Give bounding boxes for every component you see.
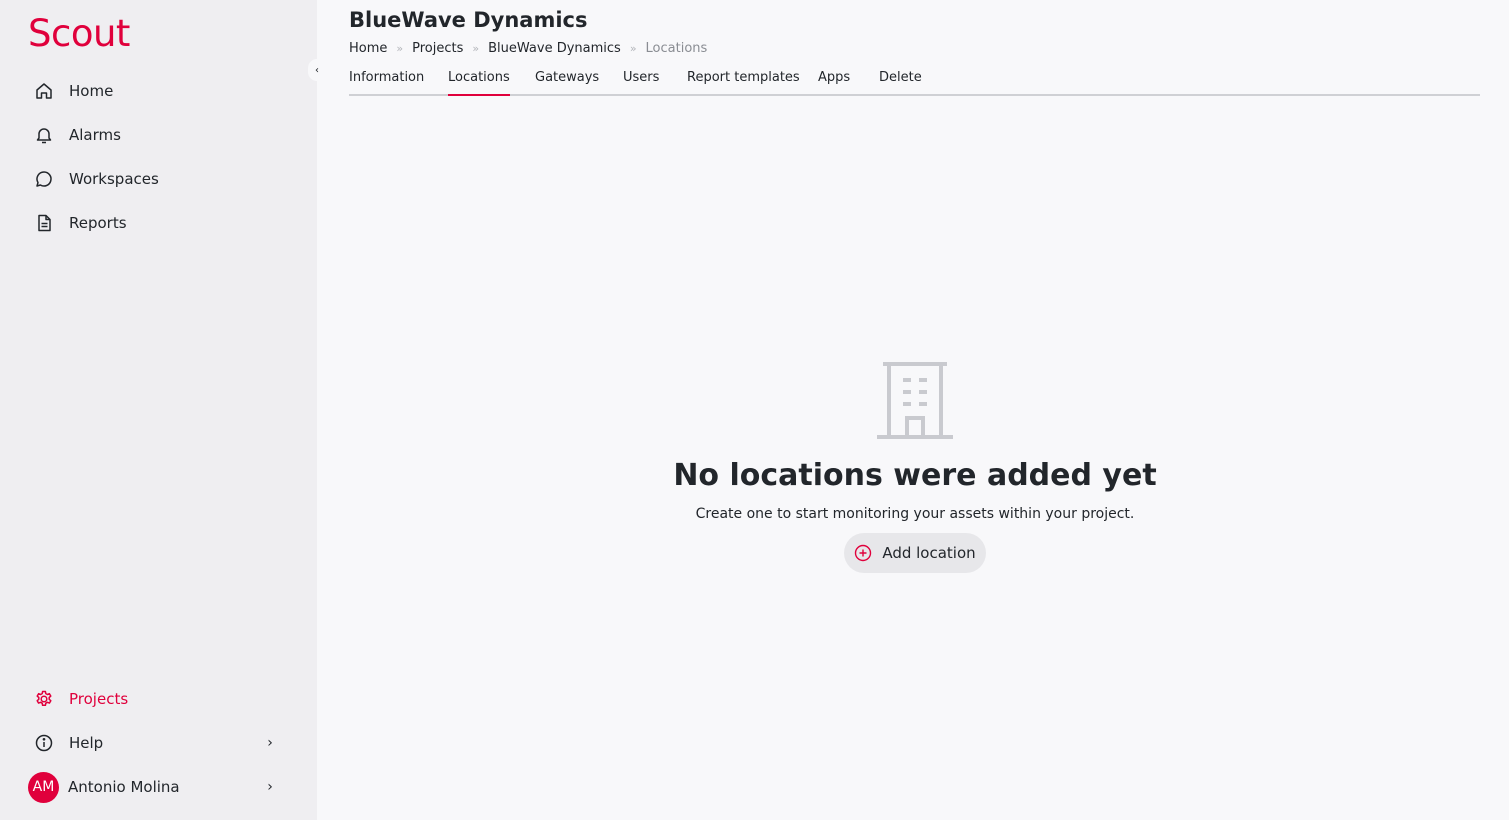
breadcrumb-separator: » [472,42,480,55]
tab-information[interactable]: Information [349,70,424,94]
breadcrumb: Home » Projects » BlueWave Dynamics » Lo… [349,41,707,56]
empty-state-subtitle: Create one to start monitoring your asse… [695,506,1135,522]
add-location-label: Add location [882,544,976,562]
chat-bubble-icon [34,169,54,189]
breadcrumb-current: Locations [645,41,708,56]
breadcrumb-projects[interactable]: Projects [412,41,463,56]
tab-report-templates[interactable]: Report templates [687,70,800,94]
page-title: BlueWave Dynamics [349,8,588,32]
user-name: Antonio Molina [68,778,180,796]
breadcrumb-home[interactable]: Home [349,41,387,56]
tab-gateways[interactable]: Gateways [535,70,599,94]
add-location-button[interactable]: Add location [844,533,986,573]
info-icon [34,733,54,753]
breadcrumb-separator: » [629,42,637,55]
sidebar-item-label: Reports [69,214,127,232]
gear-icon [34,689,54,709]
tab-locations[interactable]: Locations [448,70,510,96]
breadcrumb-project[interactable]: BlueWave Dynamics [488,41,621,56]
sidebar-item-label: Projects [69,690,129,708]
bell-icon [34,125,54,145]
empty-state-title: No locations were added yet [673,458,1157,493]
sidebar-item-home[interactable]: Home [34,79,113,103]
sidebar-item-reports[interactable]: Reports [34,211,127,235]
sidebar-item-label: Home [69,82,114,100]
sidebar-item-label: Help [69,734,104,752]
user-menu[interactable]: AM Antonio Molina [28,771,180,803]
tab-delete[interactable]: Delete [879,70,922,94]
sidebar-item-workspaces[interactable]: Workspaces [34,167,159,191]
document-icon [34,213,54,233]
tab-users[interactable]: Users [623,70,659,94]
tab-apps[interactable]: Apps [818,70,850,94]
plus-circle-icon [854,544,872,562]
breadcrumb-separator: » [396,42,404,55]
home-icon [34,81,54,101]
avatar: AM [28,771,59,803]
sidebar-item-help[interactable]: Help [34,731,103,755]
sidebar-collapse-button[interactable]: ‹ [308,59,326,81]
sidebar-item-alarms[interactable]: Alarms [34,123,121,147]
chevron-right-icon[interactable]: › [264,779,276,795]
app-logo[interactable]: Scout [28,12,130,55]
chevron-right-icon[interactable]: › [264,735,276,751]
tab-bar: Information Locations Gateways Users Rep… [349,70,1480,96]
sidebar-item-label: Workspaces [69,170,159,188]
building-icon [876,362,954,440]
sidebar-item-label: Alarms [69,126,121,144]
sidebar-item-projects[interactable]: Projects [34,687,128,711]
sidebar: Scout Home Alarms Workspaces Reports Pro… [0,0,317,820]
